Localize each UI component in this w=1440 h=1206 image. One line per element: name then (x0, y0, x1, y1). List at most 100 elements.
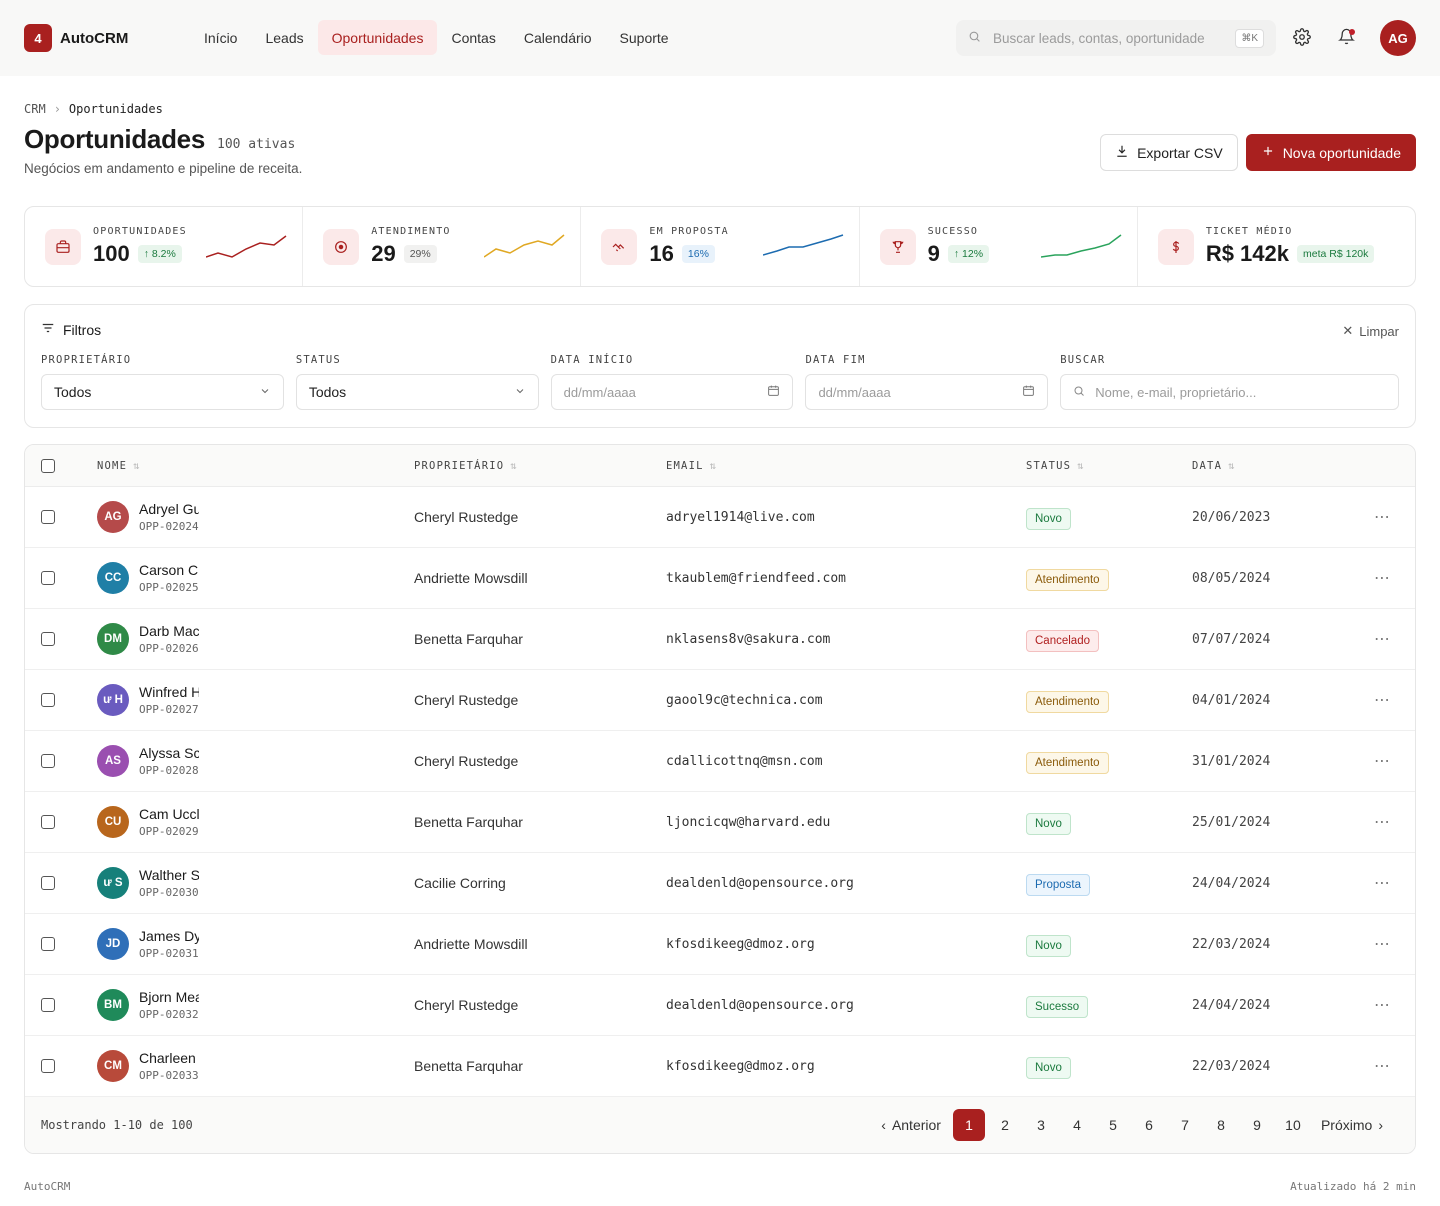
table-row[interactable]: ư H Winfred H OPP-02027 Cheryl Rustedge … (25, 670, 1415, 731)
row-checkbox[interactable] (41, 876, 55, 890)
table-row[interactable]: CU Cam Uccl OPP-02029 Benetta Farquhar l… (25, 792, 1415, 853)
page-button-5[interactable]: 5 (1097, 1109, 1129, 1141)
row-checkbox[interactable] (41, 632, 55, 646)
owner-cell: Cacilie Corring (414, 875, 506, 891)
next-page-button[interactable]: Próximo › (1313, 1117, 1391, 1133)
previous-page-button[interactable]: ‹ Anterior (873, 1117, 949, 1133)
start-date-input[interactable]: dd/mm/aaaa (550, 374, 794, 410)
avatar: CC (97, 562, 129, 594)
opportunity-name[interactable]: Adryel Gu (139, 501, 199, 517)
global-search-input[interactable] (993, 30, 1224, 46)
more-actions-icon[interactable]: ⋯ (1374, 568, 1391, 588)
select-all-checkbox[interactable] (41, 458, 55, 473)
table-row[interactable]: BM Bjorn Mea OPP-02032 Cheryl Rustedge d… (25, 975, 1415, 1036)
table-row[interactable]: CM Charleen OPP-02033 Benetta Farquhar k… (25, 1036, 1415, 1097)
table-row[interactable]: CC Carson Cr OPP-02025 Andriette Mowsdil… (25, 548, 1415, 609)
opportunity-name[interactable]: Cam Uccl (139, 806, 199, 822)
sort-owner-header[interactable]: PROPRIETÁRIO ⇅ (414, 460, 518, 472)
end-date-input[interactable]: dd/mm/aaaa (805, 374, 1049, 410)
opportunity-name[interactable]: Carson Cr (139, 562, 199, 578)
calendar-icon (1022, 384, 1035, 400)
more-actions-icon[interactable]: ⋯ (1374, 690, 1391, 710)
more-actions-icon[interactable]: ⋯ (1374, 507, 1391, 527)
more-actions-icon[interactable]: ⋯ (1374, 629, 1391, 649)
brand-logo[interactable]: 4 AutoCRM (24, 24, 128, 52)
opportunity-id: OPP-02028 (139, 764, 199, 777)
email-cell: kfosdikeeg@dmoz.org (666, 1058, 815, 1074)
status-badge: Sucesso (1026, 996, 1089, 1018)
status-badge: Novo (1026, 813, 1071, 835)
clear-filters-label: Limpar (1359, 323, 1399, 339)
table-row[interactable]: ư S Walther S OPP-02030 Cacilie Corring … (25, 853, 1415, 914)
stat-badge: 29% (403, 245, 437, 263)
row-checkbox[interactable] (41, 1059, 55, 1073)
status-filter-select[interactable]: Todos (295, 374, 539, 410)
nav-item-1[interactable]: Leads (251, 20, 317, 55)
chevron-right-icon: › (1378, 1117, 1383, 1133)
opportunity-name[interactable]: Charleen (139, 1050, 199, 1066)
owner-filter-select[interactable]: Todos (41, 374, 284, 410)
sort-icon: ⇅ (709, 459, 718, 472)
opportunity-name[interactable]: Alyssa Sc (139, 745, 199, 761)
row-checkbox[interactable] (41, 693, 55, 707)
row-checkbox[interactable] (41, 815, 55, 829)
page-button-8[interactable]: 8 (1205, 1109, 1237, 1141)
sort-email-header[interactable]: EMAIL ⇅ (666, 460, 717, 472)
nav-item-0[interactable]: Início (190, 20, 251, 55)
owner-cell: Benetta Farquhar (414, 1058, 523, 1074)
opportunity-name[interactable]: Bjorn Mea (139, 989, 199, 1005)
page-button-9[interactable]: 9 (1241, 1109, 1273, 1141)
page-button-3[interactable]: 3 (1025, 1109, 1057, 1141)
nav-item-2[interactable]: Oportunidades (317, 20, 438, 55)
pagination: ‹ Anterior 1 2 3 4 5 6 7 8 9 10 Próximo › (873, 1109, 1391, 1141)
export-csv-button[interactable]: Exportar CSV (1100, 134, 1238, 171)
more-actions-icon[interactable]: ⋯ (1374, 751, 1391, 771)
row-checkbox[interactable] (41, 754, 55, 768)
row-checkbox[interactable] (41, 998, 55, 1012)
status-badge: Novo (1026, 1057, 1071, 1079)
more-actions-icon[interactable]: ⋯ (1374, 1056, 1391, 1076)
more-actions-icon[interactable]: ⋯ (1374, 995, 1391, 1015)
owner-filter-value: Todos (54, 384, 92, 400)
opportunity-name[interactable]: Darb Mac (139, 623, 199, 639)
page-button-4[interactable]: 4 (1061, 1109, 1093, 1141)
page-button-6[interactable]: 6 (1133, 1109, 1165, 1141)
search-filter-input[interactable]: Nome, e-mail, proprietário... (1060, 374, 1399, 410)
nav-item-5[interactable]: Suporte (606, 20, 683, 55)
page-button-7[interactable]: 7 (1169, 1109, 1201, 1141)
page-button-2[interactable]: 2 (989, 1109, 1021, 1141)
table-row[interactable]: DM Darb Mac OPP-02026 Benetta Farquhar n… (25, 609, 1415, 670)
user-avatar[interactable]: AG (1380, 20, 1416, 56)
row-checkbox[interactable] (41, 937, 55, 951)
nav-item-3[interactable]: Contas (437, 20, 509, 55)
settings-button[interactable] (1284, 20, 1320, 56)
opportunity-name[interactable]: James Dy (139, 928, 199, 944)
nav-item-4[interactable]: Calendário (510, 20, 606, 55)
more-actions-icon[interactable]: ⋯ (1374, 873, 1391, 893)
sort-status-header[interactable]: STATUS ⇅ (1026, 460, 1085, 472)
opportunity-id: OPP-02033 (139, 1069, 199, 1082)
row-checkbox[interactable] (41, 510, 55, 524)
stat-value: 9 (927, 241, 940, 266)
new-opportunity-button[interactable]: Nova oportunidade (1245, 134, 1416, 171)
clear-filters-button[interactable]: ✕ Limpar (1342, 323, 1399, 339)
page-button-10[interactable]: 10 (1277, 1109, 1309, 1141)
table-row[interactable]: AS Alyssa Sc OPP-02028 Cheryl Rustedge c… (25, 731, 1415, 792)
notifications-button[interactable] (1328, 20, 1364, 56)
table-row[interactable]: JD James Dy OPP-02031 Andriette Mowsdill… (25, 914, 1415, 975)
more-actions-icon[interactable]: ⋯ (1374, 934, 1391, 954)
global-search[interactable]: ⌘K (956, 20, 1276, 56)
row-checkbox[interactable] (41, 571, 55, 585)
stat-badge-text: 16% (687, 248, 709, 260)
page-button-1[interactable]: 1 (952, 1109, 985, 1141)
more-actions-icon[interactable]: ⋯ (1374, 812, 1391, 832)
opportunity-name[interactable]: Winfred H (139, 684, 199, 700)
table-row[interactable]: AG Adryel Gu OPP-02024 Cheryl Rustedge a… (25, 487, 1415, 548)
stat-label: OPORTUNIDADES (93, 226, 187, 237)
breadcrumb-root[interactable]: CRM (24, 102, 46, 116)
sort-name-header[interactable]: NOME ⇅ (97, 460, 141, 472)
calendar-icon (767, 384, 780, 400)
opportunity-name[interactable]: Walther S (139, 867, 199, 883)
sort-date-header[interactable]: DATA ⇅ (1192, 460, 1236, 472)
email-cell: dealdenld@opensource.org (666, 875, 854, 891)
